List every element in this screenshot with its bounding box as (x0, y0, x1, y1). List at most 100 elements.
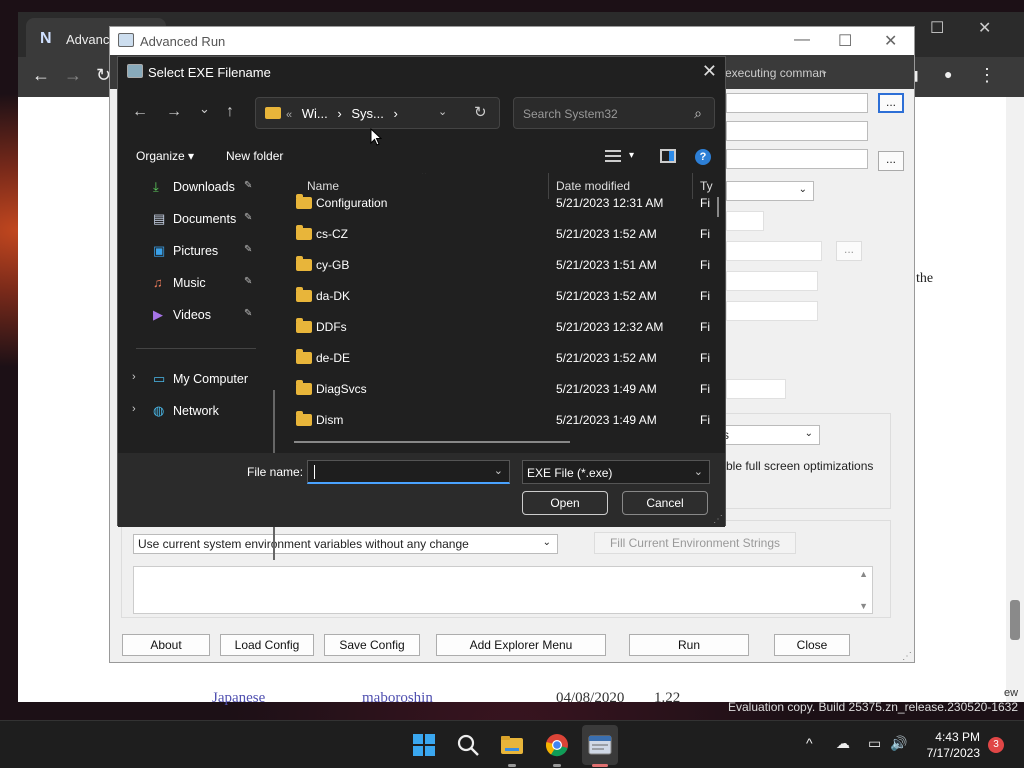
advanced-run-icon (588, 735, 612, 755)
scroll-up-icon[interactable]: ▲ (859, 569, 868, 579)
chevron-down-icon[interactable]: ⌄ (820, 66, 828, 77)
fill-env-button[interactable]: Fill Current Environment Strings (594, 532, 796, 554)
add-explorer-menu-button[interactable]: Add Explorer Menu (436, 634, 606, 656)
ar-close-button[interactable]: ✕ (884, 31, 897, 51)
refresh-icon[interactable]: ↻ (474, 103, 487, 121)
list-item[interactable]: cs-CZ 5/21/2023 1:52 AM Fi (278, 222, 718, 250)
chevron-down-icon[interactable]: ⌄ (494, 464, 503, 477)
ar-start-dir-field[interactable] (726, 149, 868, 169)
ar-minimize-button[interactable]: — (794, 31, 810, 49)
ar-program-field[interactable] (726, 93, 868, 113)
show-hidden-icons-icon[interactable]: ^ (806, 735, 813, 751)
chevron-down-icon[interactable]: ▾ (629, 150, 634, 161)
breadcrumb-separator-icon[interactable]: › (337, 106, 341, 121)
file-list-vscroll[interactable] (717, 197, 719, 217)
taskbar-clock[interactable]: 4:43 PM 7/17/2023 (927, 729, 980, 761)
sidebar-item-music[interactable]: ♫ Music ✎ (126, 271, 266, 297)
ar-maximize-button[interactable]: ☐ (838, 31, 852, 51)
run-button[interactable]: Run (629, 634, 749, 656)
table-cell-language[interactable]: Japanese (212, 690, 265, 707)
file-date: 5/21/2023 12:32 AM (556, 320, 664, 334)
close-button[interactable]: Close (774, 634, 850, 656)
file-name: Configuration (316, 196, 388, 210)
sidebar-item-my-computer[interactable]: › ▭ My Computer (126, 367, 266, 393)
resize-grip-icon[interactable]: ⋰ (902, 651, 912, 662)
chrome-icon[interactable] (545, 733, 569, 757)
breadcrumb-system32[interactable]: Sys... (351, 106, 384, 121)
resize-grip-icon[interactable]: ⋰ (713, 514, 723, 525)
file-type-select[interactable]: EXE File (*.exe) ⌄ (522, 460, 710, 484)
table-cell-author[interactable]: maboroshin (362, 690, 433, 707)
ar-priority-field[interactable] (726, 211, 764, 231)
recent-locations-icon[interactable]: ⌄ (199, 101, 210, 117)
menu-icon[interactable]: ⋮ (978, 65, 996, 86)
address-history-icon[interactable]: ⌄ (438, 105, 447, 118)
list-item[interactable]: de-DE 5/21/2023 1:52 AM Fi (278, 346, 718, 374)
cloud-offline-icon[interactable]: ☁ (836, 735, 850, 752)
help-icon[interactable]: ? (695, 149, 711, 165)
ar-compat-combo[interactable]: s ⌄ (718, 425, 820, 445)
breadcrumb-overflow[interactable]: « (286, 109, 292, 121)
file-name-input[interactable]: ⌄ (307, 460, 510, 484)
dialog-close-icon[interactable]: ✕ (702, 61, 717, 82)
cancel-button[interactable]: Cancel (622, 491, 708, 515)
sidebar-item-downloads[interactable]: ⤓ Downloads ✎ (126, 175, 266, 201)
save-config-button[interactable]: Save Config (324, 634, 420, 656)
list-item[interactable]: Dism 5/21/2023 1:49 AM Fi (278, 408, 718, 436)
ar-user-field[interactable] (726, 241, 822, 261)
list-item[interactable]: Configuration 5/21/2023 12:31 AM Fi (278, 191, 718, 219)
volume-icon[interactable]: 🔊 (890, 735, 907, 752)
ar-fullscreen-label[interactable]: ble full screen optimizations (726, 459, 873, 473)
preview-pane-icon[interactable] (660, 149, 676, 163)
browser-maximize-button[interactable]: ☐ (930, 18, 944, 38)
ar-args-field[interactable] (726, 121, 868, 141)
list-item[interactable]: da-DK 5/21/2023 1:52 AM Fi (278, 284, 718, 312)
expand-icon[interactable]: › (132, 371, 136, 383)
ar-browse-dir-button[interactable]: ... (878, 151, 904, 171)
breadcrumb-separator-icon[interactable]: › (393, 106, 397, 121)
ar-env-textarea[interactable]: ▲ ▼ (133, 566, 873, 614)
back-icon[interactable]: ← (32, 65, 50, 86)
scroll-down-icon[interactable]: ▼ (859, 601, 868, 611)
sidebar-item-documents[interactable]: ▤ Documents ✎ (126, 207, 266, 233)
sidebar-item-pictures[interactable]: ▣ Pictures ✎ (126, 239, 266, 265)
search-icon[interactable] (456, 733, 480, 757)
ar-browse-program-button[interactable]: ... (878, 93, 904, 113)
taskbar-active-app[interactable] (582, 725, 618, 765)
file-list-hscroll[interactable] (294, 441, 570, 443)
network-icon[interactable]: ▭ (868, 735, 881, 752)
list-item[interactable]: DiagSvcs 5/21/2023 1:49 AM Fi (278, 377, 718, 405)
open-button[interactable]: Open (522, 491, 608, 515)
dialog-app-icon (127, 64, 143, 78)
ar-window-state-combo[interactable]: ⌄ (726, 181, 814, 201)
ar-command-combo-text[interactable]: executing comman (725, 66, 826, 80)
forward-icon[interactable]: → (64, 65, 82, 86)
list-item[interactable]: cy-GB 5/21/2023 1:51 AM Fi (278, 253, 718, 281)
organize-button[interactable]: Organize ▾ (136, 149, 194, 163)
sidebar-item-network[interactable]: › ◍ Network (126, 399, 266, 425)
profile-icon[interactable]: ● (944, 66, 952, 82)
browser-scroll-thumb[interactable] (1010, 600, 1020, 640)
ar-browse-user-button[interactable]: ... (836, 241, 862, 261)
start-icon[interactable] (412, 733, 436, 757)
view-options-icon[interactable] (605, 150, 621, 162)
nav-forward-icon[interactable]: → (166, 103, 182, 121)
sidebar-item-videos[interactable]: ▶ Videos ✎ (126, 303, 266, 329)
ar-affinity-field[interactable] (726, 379, 786, 399)
ar-password-field[interactable] (726, 271, 818, 291)
about-button[interactable]: About (122, 634, 210, 656)
notification-badge[interactable]: 3 (988, 737, 1004, 753)
file-explorer-icon[interactable] (500, 733, 524, 757)
breadcrumb-windows[interactable]: Wi... (302, 106, 328, 121)
new-folder-button[interactable]: New folder (226, 149, 283, 163)
expand-icon[interactable]: › (132, 403, 136, 415)
ar-domain-field[interactable] (726, 301, 818, 321)
address-bar[interactable]: « Wi... › Sys... › ⌄ ↻ (255, 97, 500, 129)
browser-close-button[interactable]: ✕ (978, 18, 991, 38)
list-item[interactable]: DDFs 5/21/2023 12:32 AM Fi (278, 315, 718, 343)
nav-up-icon[interactable]: ↑ (226, 103, 234, 121)
ar-env-combo[interactable]: Use current system environment variables… (133, 534, 558, 554)
load-config-button[interactable]: Load Config (220, 634, 314, 656)
nav-back-icon[interactable]: ← (132, 103, 148, 121)
search-input[interactable]: Search System32 ⌕ (513, 97, 715, 129)
